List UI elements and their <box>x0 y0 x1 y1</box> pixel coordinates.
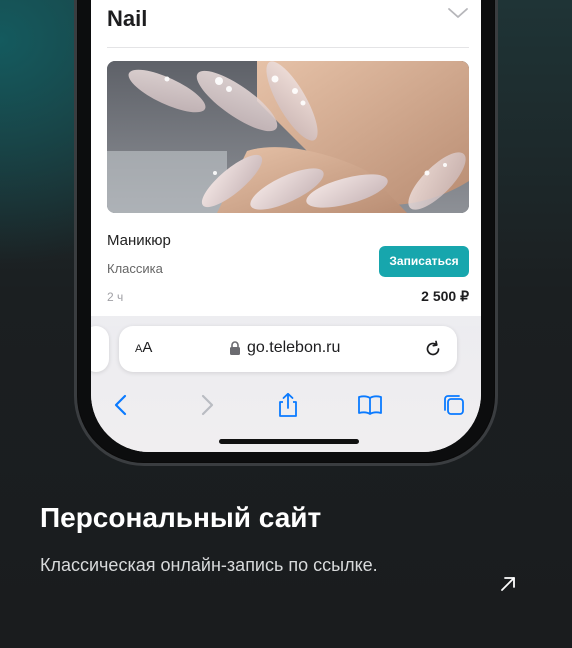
address-bar[interactable]: AA go.telebon.ru <box>119 326 457 372</box>
tabs-icon[interactable] <box>441 392 467 418</box>
promo-title: Персональный сайт <box>40 502 322 533</box>
service-price: 2 500 ₽ <box>421 288 469 304</box>
arrow-up-right-icon[interactable] <box>498 574 518 594</box>
divider <box>107 47 469 48</box>
service-duration: 2 ч <box>107 290 124 304</box>
phone-frame: Nail Маникюр Классика Записаться 2 ч 2 5… <box>74 0 498 466</box>
category-title: Nail <box>107 6 148 31</box>
home-indicator <box>219 439 359 444</box>
lock-icon <box>230 341 240 355</box>
service-subtitle: Классика <box>107 261 163 276</box>
book-button[interactable]: Записаться <box>379 246 469 277</box>
service-name: Маникюр <box>107 232 171 249</box>
text-size-button[interactable]: AA <box>135 339 152 356</box>
chevron-left-icon[interactable] <box>109 392 135 418</box>
phone-screen: Nail Маникюр Классика Записаться 2 ч 2 5… <box>91 0 481 452</box>
service-photo <box>107 61 469 213</box>
share-icon[interactable] <box>275 392 301 418</box>
reload-icon[interactable] <box>423 339 443 359</box>
book-icon[interactable] <box>357 392 383 418</box>
chevron-right-icon[interactable] <box>193 392 219 418</box>
safari-toolbar: AA go.telebon.ru <box>91 316 481 452</box>
chevron-down-icon[interactable] <box>447 6 469 20</box>
promo-card[interactable]: Nail Маникюр Классика Записаться 2 ч 2 5… <box>0 0 572 648</box>
promo-description: Классическая онлайн-запись по ссылке. <box>40 555 378 575</box>
url-text: go.telebon.ru <box>247 339 341 356</box>
booking-page: Nail Маникюр Классика Записаться 2 ч 2 5… <box>91 0 481 326</box>
previous-tab[interactable] <box>91 326 109 372</box>
